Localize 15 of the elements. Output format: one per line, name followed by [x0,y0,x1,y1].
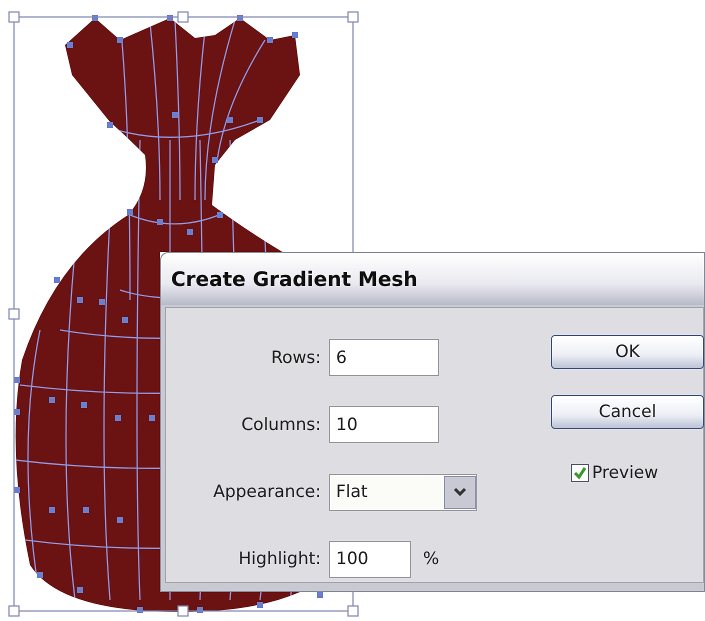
number-field[interactable]: 100 [329,540,411,578]
dialog-button[interactable]: OK [551,335,704,369]
field-label: Appearance: [213,482,321,502]
unit-label: % [423,549,440,570]
number-field[interactable]: 6 [329,339,439,376]
appearance-dropdown[interactable]: Flat [329,474,477,511]
dialog-button[interactable]: Cancel [551,395,704,429]
preview-checkbox[interactable] [571,464,589,482]
dialog-title: Create Gradient Mesh [161,253,704,305]
caret-icon [453,487,467,498]
field-label: Columns: [241,414,321,435]
field-label: Rows: [271,348,321,368]
number-field[interactable]: 10 [329,406,439,444]
field-label: Highlight: [238,549,321,570]
preview-label[interactable]: Preview [592,463,658,483]
